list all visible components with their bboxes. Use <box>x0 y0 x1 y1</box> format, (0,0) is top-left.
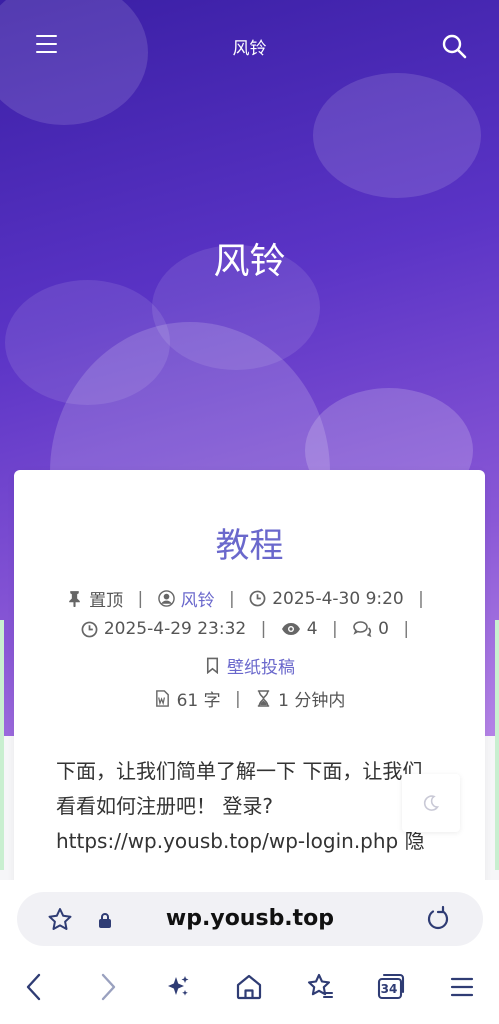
publish-date: 2025-4-30 9:20 <box>249 589 404 609</box>
post-category[interactable]: 壁纸投稿 <box>204 653 295 678</box>
post-author[interactable]: 风铃 <box>157 586 215 611</box>
sticky-badge: 置顶 <box>66 586 123 611</box>
eye-icon <box>281 623 300 635</box>
post-meta-row: 61 字 | 1 分钟内 <box>14 686 485 711</box>
moon-icon <box>423 795 440 811</box>
excerpt-line: 下面，让我们简单了解一下 下面，让我们 <box>56 759 423 783</box>
word-document-icon <box>155 690 169 707</box>
excerpt-line: 看看如何注册吧！ 登录? <box>56 794 273 818</box>
site-title[interactable]: 风铃 <box>0 34 499 59</box>
reading-time-text: 1 分钟内 <box>278 691 346 711</box>
back-arrow-icon[interactable] <box>19 971 51 1003</box>
post-excerpt: 下面，让我们简单了解一下 下面，让我们 看看如何注册吧！ 登录? https:/… <box>56 754 456 859</box>
user-icon <box>157 590 175 607</box>
update-date-text: 2025-4-29 23:32 <box>103 619 247 639</box>
dark-mode-toggle[interactable] <box>402 774 460 832</box>
publish-date-text: 2025-4-30 9:20 <box>272 588 404 609</box>
url-text[interactable]: wp.yousb.top <box>17 906 483 931</box>
pin-icon <box>69 591 80 607</box>
tab-count: 34 <box>380 982 398 996</box>
sticky-label: 置顶 <box>89 591 124 611</box>
sparkle-ai-icon[interactable] <box>162 971 194 1003</box>
reload-icon[interactable] <box>424 905 452 933</box>
post-meta-row: 置顶 | 风铃 | 2025-4-30 9:20 | <box>14 586 485 611</box>
side-strip <box>0 620 4 870</box>
excerpt-line: https://wp.yousb.top/wp-login.php 隐 <box>56 829 425 853</box>
forward-arrow-icon[interactable] <box>92 971 124 1003</box>
comment-count-text: 0 <box>378 619 389 639</box>
site-header: 风铃 <box>0 0 499 90</box>
reading-time: 1 分钟内 <box>255 686 345 711</box>
side-strip <box>495 620 499 870</box>
author-link[interactable]: 风铃 <box>181 586 215 611</box>
update-date: 2025-4-29 23:32 <box>81 619 246 639</box>
comment-count[interactable]: 0 <box>352 619 389 639</box>
post-title[interactable]: 教程 <box>14 518 485 567</box>
post-meta-row: 壁纸投稿 <box>14 653 485 678</box>
browser-nav-bar: 34 <box>0 964 499 1008</box>
browser-chrome: wp.yousb.top 34 <box>0 880 499 1024</box>
decorative-bubble <box>313 73 481 198</box>
search-icon[interactable] <box>440 32 468 60</box>
tabs-icon[interactable]: 34 <box>375 971 407 1003</box>
post-meta-row: 2025-4-29 23:32 | 4 | 0 | <box>14 619 485 639</box>
clock-icon <box>81 621 98 637</box>
view-count-text: 4 <box>306 619 318 639</box>
address-bar[interactable]: wp.yousb.top <box>17 892 483 946</box>
clock-icon <box>249 590 266 607</box>
bookmark-icon <box>206 657 219 674</box>
word-count-text: 61 字 <box>176 691 221 711</box>
category-link[interactable]: 壁纸投稿 <box>227 653 295 678</box>
view-count: 4 <box>281 619 318 639</box>
word-count: 61 字 <box>154 686 221 711</box>
hourglass-icon <box>258 690 270 707</box>
comments-icon <box>353 621 372 638</box>
favorites-icon[interactable] <box>304 971 336 1003</box>
hero-title: 风铃 <box>213 241 286 282</box>
browser-menu-icon[interactable] <box>446 971 478 1003</box>
home-icon[interactable] <box>233 971 265 1003</box>
